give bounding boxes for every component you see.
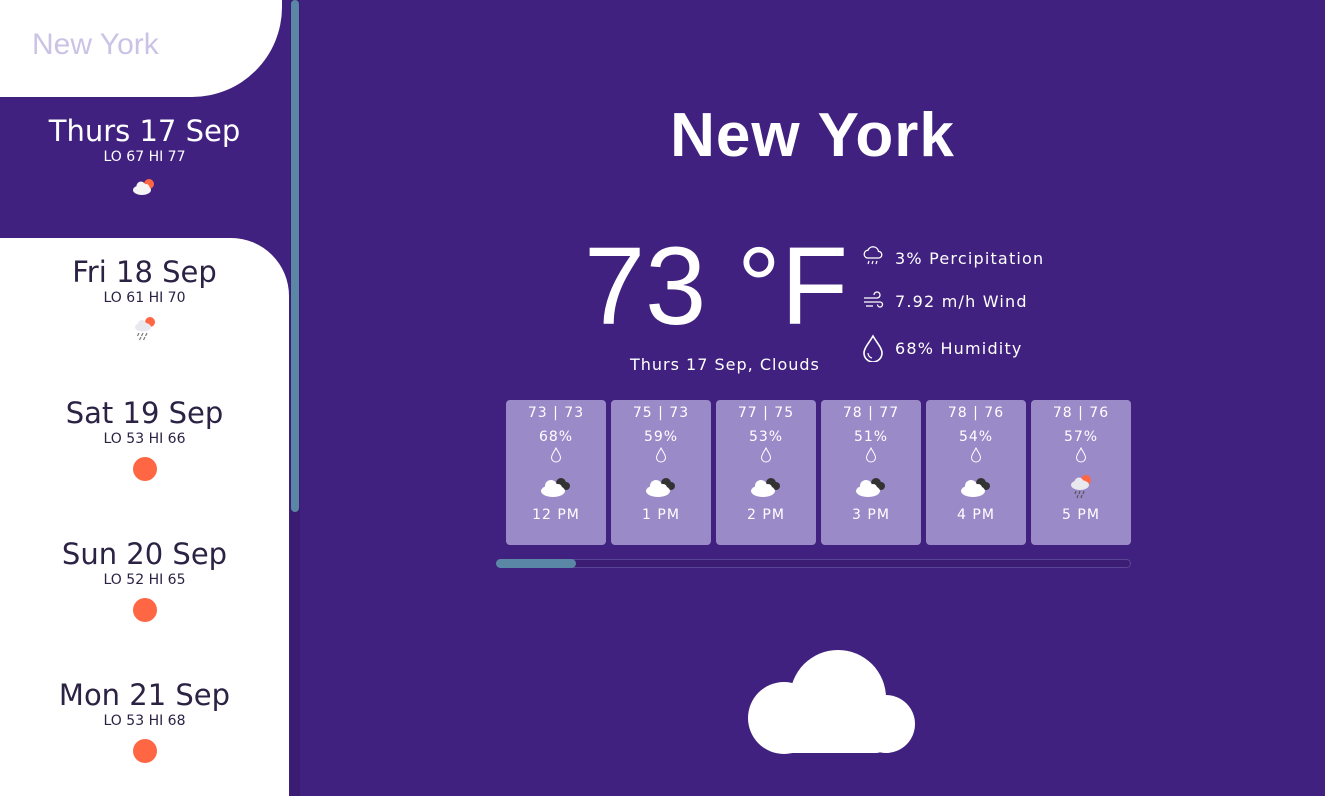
droplet-icon [760,447,772,463]
hour-humidity: 51% [853,429,889,445]
hour-time: 1 PM [642,507,680,523]
hour-card[interactable]: 77 | 75 53% 2 PM [716,400,816,545]
droplet-icon [655,447,667,463]
hour-hi-lo: 77 | 75 [737,405,795,421]
day-lo-hi: LO 61 HI 70 [103,290,186,306]
current-temperature: 73 °F [584,225,849,348]
hour-humidity: 68% [538,429,574,445]
rain-sun-icon [1071,475,1091,499]
main-panel: New York 73 °F Thurs 17 Sep, Clouds 3% P… [300,0,1325,796]
humidity-label: 68% Humidity [895,338,1023,358]
day-item-sat-19[interactable]: Sat 19 Sep LO 53 HI 66 [0,379,289,520]
hour-time: 5 PM [1062,507,1100,523]
day-lo-hi: LO 52 HI 65 [103,572,186,588]
dark-clouds-icon [961,478,990,497]
day-item-fri-18[interactable]: Fri 18 Sep LO 61 HI 70 [0,238,289,379]
sidebar: Thurs 17 Sep LO 67 HI 77 Fri 18 Sep LO 6… [0,0,289,796]
hour-time: 3 PM [852,507,890,523]
hour-card[interactable]: 75 | 73 59% 1 PM [611,400,711,545]
dark-clouds-icon [541,478,570,497]
day-title: Sat 19 Sep [65,396,224,430]
rain-cloud-icon [863,246,883,265]
day-title: Mon 21 Sep [58,678,231,712]
droplet-icon [550,447,562,463]
hour-humidity: 59% [643,429,679,445]
hourly-scrollbar-thumb[interactable] [496,559,576,568]
search-input[interactable] [32,28,262,62]
hour-time: 12 PM [532,507,580,523]
hour-hi-lo: 78 | 76 [947,405,1005,421]
wind-label: 7.92 m/h Wind [895,291,1028,311]
precipitation-label: 3% Percipitation [895,248,1045,268]
hour-humidity: 53% [748,429,784,445]
hour-card[interactable]: 73 | 73 68% 12 PM [506,400,606,545]
hour-hi-lo: 78 | 76 [1052,405,1110,421]
day-item-sun-20[interactable]: Sun 20 Sep LO 52 HI 65 [0,520,289,661]
search-box [0,0,282,97]
day-lo-hi: LO 67 HI 77 [103,149,186,165]
hour-humidity: 54% [958,429,994,445]
droplet-icon [865,447,877,463]
hour-hi-lo: 78 | 77 [842,405,900,421]
day-title: Sun 20 Sep [61,537,228,571]
sun-icon [132,457,157,481]
cloud-icon [748,650,915,754]
sun-icon [132,739,157,763]
rain-sun-icon [134,317,155,341]
hour-time: 2 PM [747,507,785,523]
dark-clouds-icon [751,478,780,497]
wind-stat: 7.92 m/h Wind [862,287,1028,315]
day-title: Thurs 17 Sep [48,114,241,148]
humidity-stat: 68% Humidity [862,334,1023,362]
droplet-icon [970,447,982,463]
dark-clouds-icon [646,478,675,497]
sun-icon [132,598,157,622]
hourly-scrollbar-track[interactable] [496,559,1131,568]
cloud-sun-icon [132,179,154,195]
day-item-thu-17[interactable]: Thurs 17 Sep LO 67 HI 77 [0,97,289,238]
droplet-icon [863,334,883,362]
hour-time: 4 PM [957,507,995,523]
hourly-forecast[interactable]: 73 | 73 68% 12 PM 75 | 73 59% 1 PM 77 | … [506,400,1136,545]
hour-card[interactable]: 78 | 76 54% 4 PM [926,400,1026,545]
wind-icon [864,291,884,308]
droplet-icon [1075,447,1087,463]
dark-clouds-icon [856,478,885,497]
hour-card[interactable]: 78 | 76 57% 5 PM [1031,400,1131,545]
city-title: New York [670,101,955,170]
day-title: Fri 18 Sep [72,255,217,289]
precipitation-stat: 3% Percipitation [862,244,1044,272]
date-condition: Thurs 17 Sep, Clouds [630,355,820,374]
hour-card[interactable]: 78 | 77 51% 3 PM [821,400,921,545]
day-lo-hi: LO 53 HI 66 [103,431,186,447]
hour-hi-lo: 73 | 73 [527,405,585,421]
hour-humidity: 57% [1063,429,1099,445]
day-item-mon-21[interactable]: Mon 21 Sep LO 53 HI 68 [0,661,289,796]
day-lo-hi: LO 53 HI 68 [103,713,186,729]
sidebar-scrollbar-thumb[interactable] [291,0,299,512]
hour-hi-lo: 75 | 73 [632,405,690,421]
